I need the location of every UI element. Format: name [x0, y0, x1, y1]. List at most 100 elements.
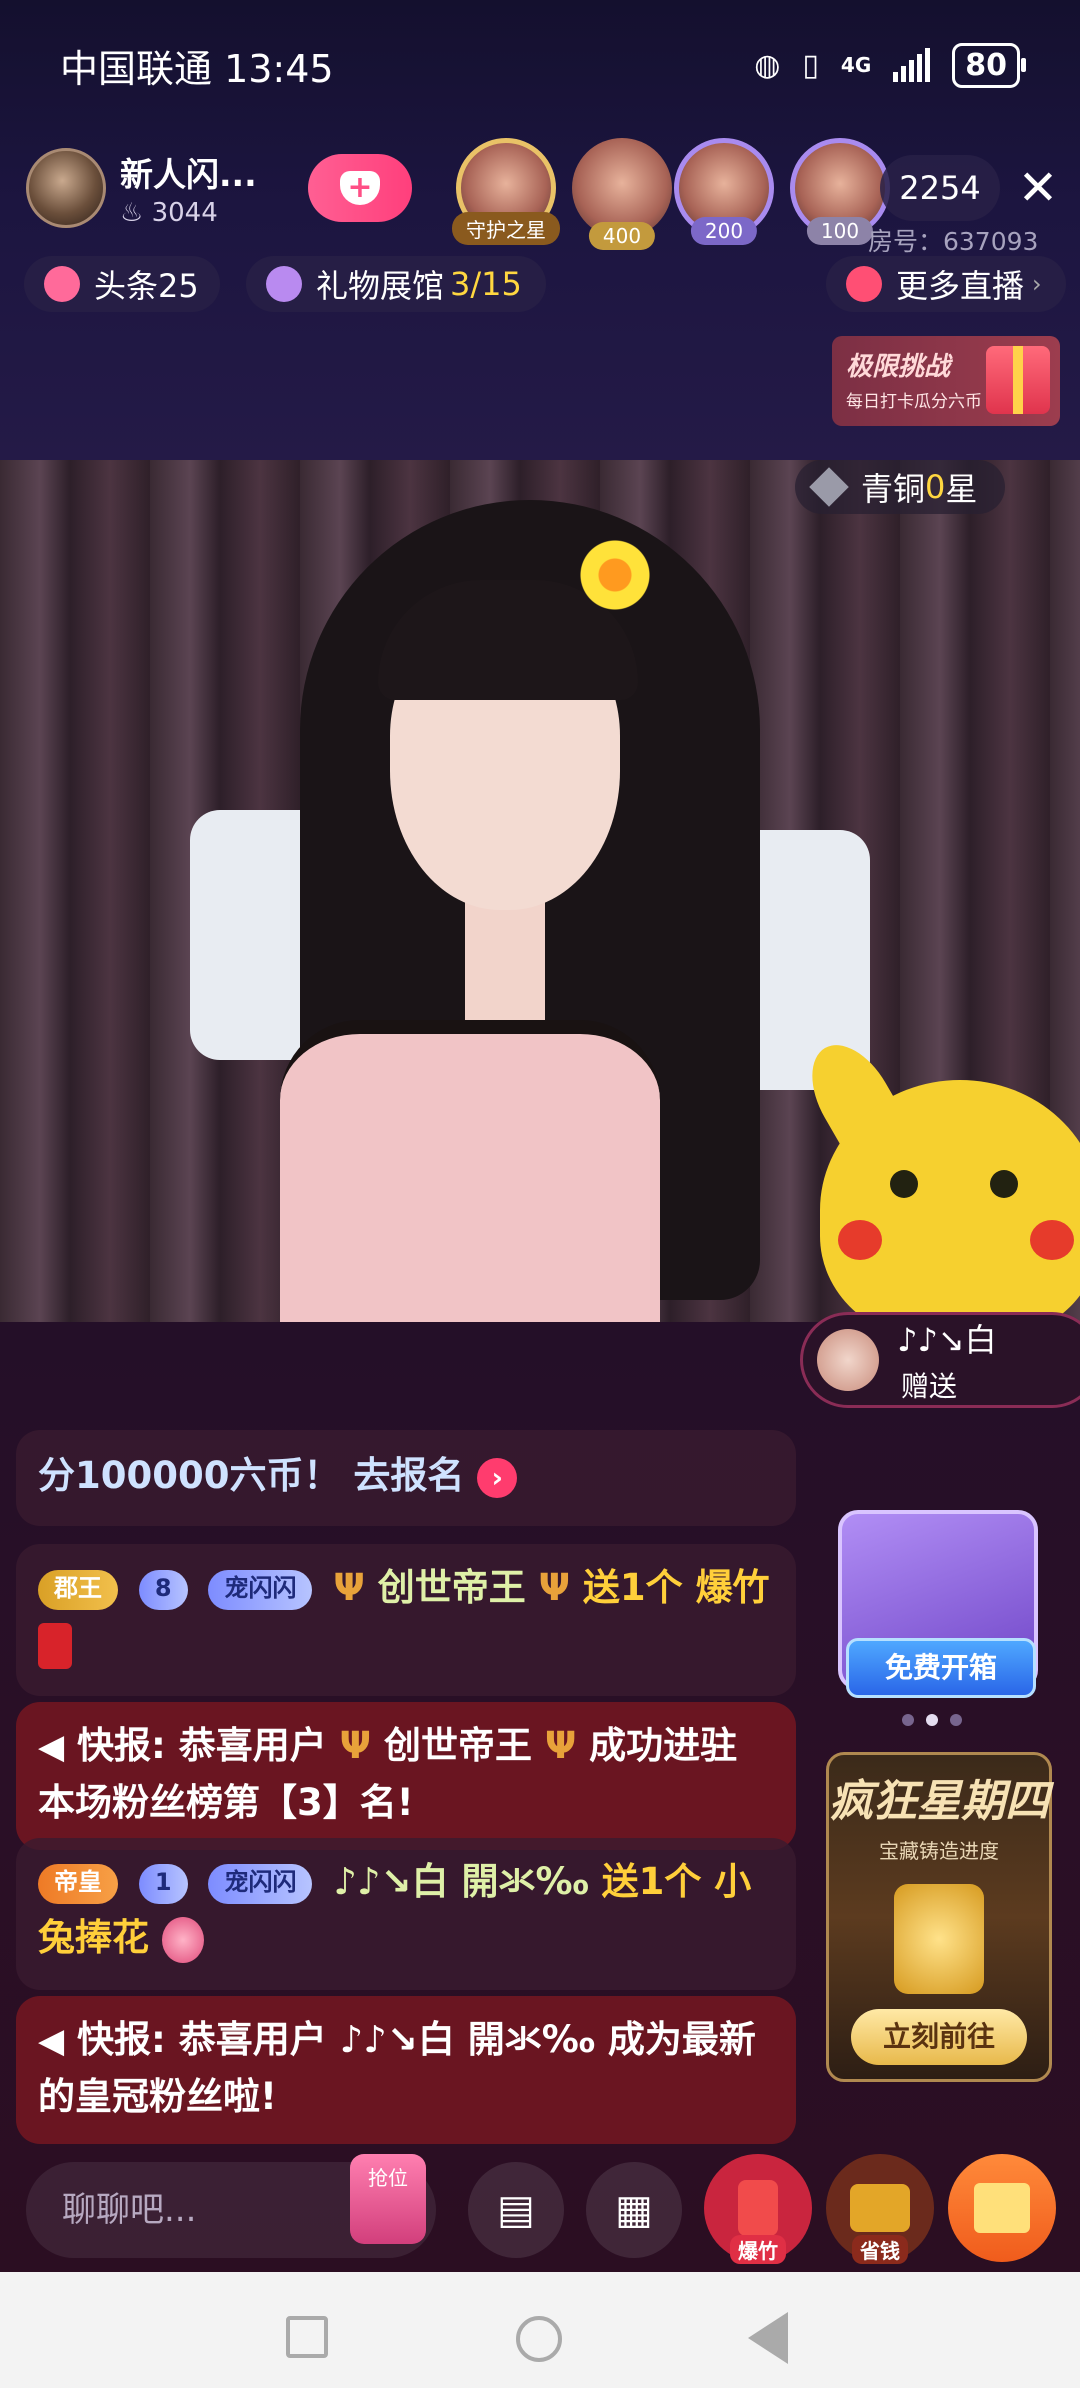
bouquet-icon [161, 1916, 204, 1963]
data-saver-icon: ◍ [754, 47, 781, 83]
free-open-button[interactable]: 免费开箱 [846, 1638, 1036, 1698]
message-user[interactable]: ♪♪↘白 開氺‰ [333, 1860, 588, 1903]
fan-badge: 宠闪闪 [208, 1569, 313, 1610]
thursday-title: 疯狂星期四 [829, 1776, 1049, 1827]
viewer-avatar-1[interactable]: 守护之星 [452, 138, 560, 245]
carousel-dots [902, 1714, 962, 1726]
gift-hall-icon [266, 266, 302, 302]
battery-indicator: 80 [952, 42, 1026, 88]
gift-hall-chip[interactable]: 礼物展馆 3/15 [246, 256, 546, 312]
level-badge: 帝皇 [38, 1863, 118, 1904]
more-live-chip[interactable]: 更多直播 › [826, 256, 1066, 312]
savings-label: 省钱 [852, 2235, 908, 2264]
flower-clip-icon [580, 540, 650, 610]
online-count[interactable]: 2254 [880, 155, 1000, 221]
grab-seat-button[interactable]: 抢位 [350, 2154, 426, 2244]
firecracker-button[interactable]: 爆竹 [704, 2154, 812, 2264]
chat-message: 帝皇 1 宠闪闪 ♪♪↘白 開氺‰ 送1个 小兔捧花 [16, 1838, 796, 1990]
crazy-thursday-card[interactable]: 疯狂星期四 宝藏铸造进度 立刻前往 [826, 1752, 1052, 2082]
fan-badge-level: 8 [138, 1569, 188, 1610]
chat-message: 分100000六币！ 去报名 › [16, 1430, 796, 1526]
alert-prefix: 快报: 恭喜用户 [77, 1724, 327, 1767]
chevron-right-icon[interactable]: › [477, 1457, 518, 1498]
alert-user[interactable]: ♪♪↘白 開氺‰ [340, 2018, 595, 2061]
signup-link[interactable]: 去报名 [353, 1454, 464, 1497]
signal-icon [893, 48, 931, 82]
chat-message: 郡王 8 宠闪闪 Ψ 创世帝王 Ψ 送1个 爆竹 [16, 1544, 796, 1696]
live-video[interactable] [0, 460, 1080, 1322]
flame-icon [44, 266, 80, 302]
fan-badge: 宠闪闪 [208, 1863, 313, 1904]
vibrate-icon: ▯ [802, 47, 819, 83]
gift-sender-avatar [817, 1329, 879, 1391]
rank-suffix: 星 [945, 470, 978, 508]
home-icon[interactable] [516, 2316, 562, 2362]
challenge-banner[interactable]: 极限挑战 每日打卡瓜分六币 [832, 336, 1060, 426]
savings-button[interactable]: 省钱 [826, 2154, 934, 2264]
follow-button[interactable]: + [308, 154, 412, 222]
status-bar: 中国联通 13:45 ◍ ▯ 4G 80 [0, 30, 1080, 100]
firecracker-icon [38, 1622, 72, 1669]
close-icon[interactable]: ✕ [1010, 160, 1066, 216]
trident-icon: Ψ [339, 1724, 372, 1767]
gift-button[interactable] [948, 2154, 1056, 2262]
chat-alert-message: ◀ 快报: 恭喜用户 Ψ 创世帝王 Ψ 成功进驻本场粉丝榜第【3】名! [16, 1702, 796, 1850]
thursday-subtitle: 宝藏铸造进度 [879, 1839, 999, 1863]
trident-icon: Ψ [544, 1724, 577, 1767]
firecracker-icon [738, 2180, 778, 2236]
network-type: 4G [840, 53, 872, 77]
message-action: 送1个 [601, 1860, 702, 1903]
bronze-rank-icon [809, 467, 849, 507]
gift-name: 爆竹 [695, 1566, 770, 1609]
message-user[interactable]: 创世帝王 [378, 1566, 526, 1609]
level-badge: 郡王 [38, 1569, 118, 1610]
treasure-icon [850, 2184, 910, 2232]
rank-badge[interactable]: 青铜 0 星 [795, 460, 1006, 514]
gift-sender-name: ♪♪↘白 [897, 1321, 997, 1359]
recent-apps-icon[interactable] [286, 2316, 328, 2358]
grab-seat-label: 抢位 [368, 2166, 408, 2190]
back-icon[interactable] [748, 2312, 788, 2364]
chat-alert-message: ◀ 快报: 恭喜用户 ♪♪↘白 開氺‰ 成为最新的皇冠粉丝啦! [16, 1996, 796, 2144]
viewer-badge: 400 [588, 222, 656, 250]
more-apps-button[interactable]: ▦ [586, 2162, 682, 2258]
message-button[interactable]: ▤ [468, 2162, 564, 2258]
host-info[interactable]: 新人闪... ♨ 3044 [26, 140, 266, 236]
headline-label: 头条25 [94, 267, 199, 305]
system-nav-bar [0, 2272, 1080, 2388]
carrier-time: 中国联通 13:45 [60, 46, 334, 91]
room-number: 房号：637093 [868, 227, 1039, 256]
bottom-bar: 聊聊吧... 抢位 ▤ ▦ 爆竹 省钱 [0, 2140, 1080, 2270]
speaker-icon: ◀ [38, 1727, 65, 1767]
go-now-button[interactable]: 立刻前往 [851, 2009, 1027, 2065]
more-live-icon [846, 266, 882, 302]
firecracker-label: 爆竹 [730, 2235, 786, 2264]
trident-icon: Ψ [538, 1566, 571, 1609]
viewer-badge: 守护之星 [452, 212, 560, 245]
gift-hall-progress: 3/15 [450, 265, 522, 303]
rank-prefix: 青铜 [861, 470, 926, 508]
gift-hall-label: 礼物展馆 [316, 267, 445, 305]
gift-action: 赠送 [901, 1370, 958, 1403]
headline-chip[interactable]: 头条25 [24, 256, 220, 312]
chevron-right-icon: › [1032, 270, 1042, 298]
streamer-top [280, 1020, 660, 1322]
host-avatar[interactable] [26, 148, 106, 228]
fan-badge-level: 1 [138, 1863, 188, 1904]
viewer-avatar-3[interactable]: 200 [674, 138, 774, 245]
golden-statue-icon [894, 1884, 984, 1994]
viewer-badge: 200 [690, 217, 758, 245]
viewer-avatar-2[interactable]: 400 [572, 138, 672, 250]
host-name: 新人闪... [120, 155, 257, 194]
rank-number: 0 [925, 468, 946, 506]
gift-notification[interactable]: ♪♪↘白 赠送 [800, 1312, 1080, 1408]
alert-prefix: 快报: 恭喜用户 [77, 2018, 327, 2061]
message-text: 分100000六币！ [38, 1454, 341, 1497]
alert-user[interactable]: 创世帝王 [384, 1724, 532, 1767]
gift-icon [974, 2183, 1030, 2233]
grid-icon: ▦ [615, 2187, 653, 2233]
more-live-label: 更多直播 [896, 267, 1025, 305]
host-fans-count: 3044 [151, 198, 218, 228]
viewer-badge: 100 [806, 217, 874, 245]
chat-bubble-icon: ▤ [497, 2187, 535, 2233]
